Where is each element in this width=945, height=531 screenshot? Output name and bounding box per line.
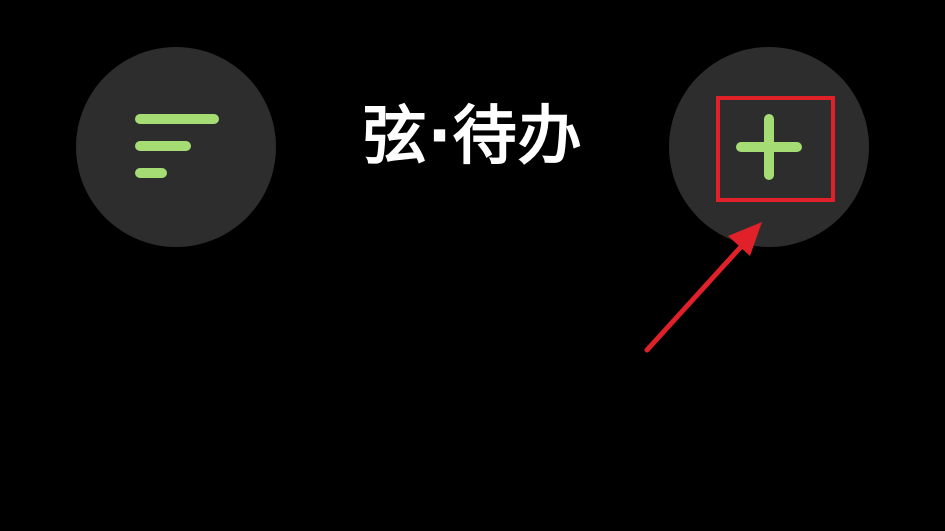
app-screen: 弦·待办 xyxy=(0,0,945,531)
plus-icon xyxy=(736,114,802,180)
app-title: 弦·待办 xyxy=(362,100,583,174)
add-task-button[interactable] xyxy=(669,47,869,247)
filter-lines-icon xyxy=(135,114,219,178)
filter-button[interactable] xyxy=(76,47,276,247)
